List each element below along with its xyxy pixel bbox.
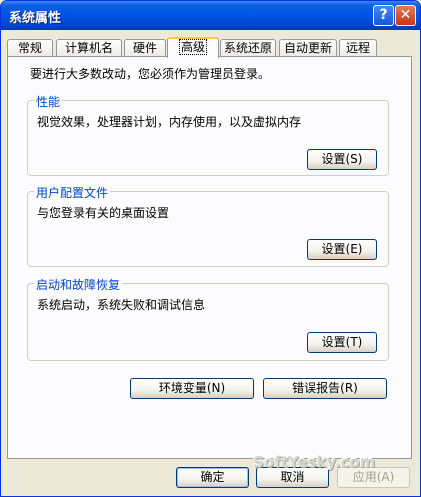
tab-strip: 常规 计算机名 硬件 高级 系统还原 自动更新 远程 (7, 37, 411, 58)
user-profiles-settings-button[interactable]: 设置(E) (307, 239, 377, 260)
tab-automatic-updates[interactable]: 自动更新 (279, 39, 337, 56)
startup-recovery-description: 系统启动，系统失败和调试信息 (37, 298, 206, 312)
performance-group-title: 性能 (34, 93, 63, 110)
performance-description: 视觉效果，处理器计划，内存使用，以及虚拟内存 (37, 115, 302, 129)
user-profiles-group: 用户配置文件 与您登录有关的桌面设置 设置(E) (27, 184, 389, 267)
startup-recovery-group-title: 启动和故障恢复 (34, 276, 123, 293)
watermark: SoftYesky.com (253, 453, 376, 471)
tab-advanced-label: 高级 (178, 39, 207, 55)
window-title: 系统属性 (9, 11, 62, 26)
performance-settings-button[interactable]: 设置(S) (307, 149, 377, 170)
tab-computer-name[interactable]: 计算机名 (56, 39, 122, 56)
tab-hardware[interactable]: 硬件 (124, 39, 166, 56)
advanced-tab-panel: 要进行大多数改动，您必须作为管理员登录。 性能 视觉效果，处理器计划，内存使用，… (7, 56, 412, 459)
admin-note: 要进行大多数改动，您必须作为管理员登录。 (30, 67, 271, 81)
close-button[interactable]: ✕ (395, 5, 416, 26)
tab-remote[interactable]: 远程 (339, 39, 377, 56)
system-properties-window: 系统属性 ? ✕ 常规 计算机名 硬件 高级 系统还原 自动更新 远程 要进行大… (0, 0, 421, 497)
user-profiles-description: 与您登录有关的桌面设置 (37, 206, 170, 220)
help-button[interactable]: ? (373, 5, 394, 26)
title-bar[interactable]: 系统属性 ? ✕ (1, 1, 420, 30)
startup-recovery-settings-button[interactable]: 设置(T) (307, 332, 377, 353)
user-profiles-group-title: 用户配置文件 (34, 184, 111, 201)
error-reporting-button[interactable]: 错误报告(R) (263, 378, 387, 399)
environment-variables-button[interactable]: 环境变量(N) (130, 378, 254, 399)
tab-general[interactable]: 常规 (7, 39, 53, 56)
performance-group: 性能 视觉效果，处理器计划，内存使用，以及虚拟内存 设置(S) (27, 93, 389, 176)
ok-button[interactable]: 确定 (176, 467, 249, 488)
startup-recovery-group: 启动和故障恢复 系统启动，系统失败和调试信息 设置(T) (27, 276, 389, 361)
tab-system-restore[interactable]: 系统还原 (220, 39, 276, 56)
tab-advanced[interactable]: 高级 (167, 37, 219, 58)
